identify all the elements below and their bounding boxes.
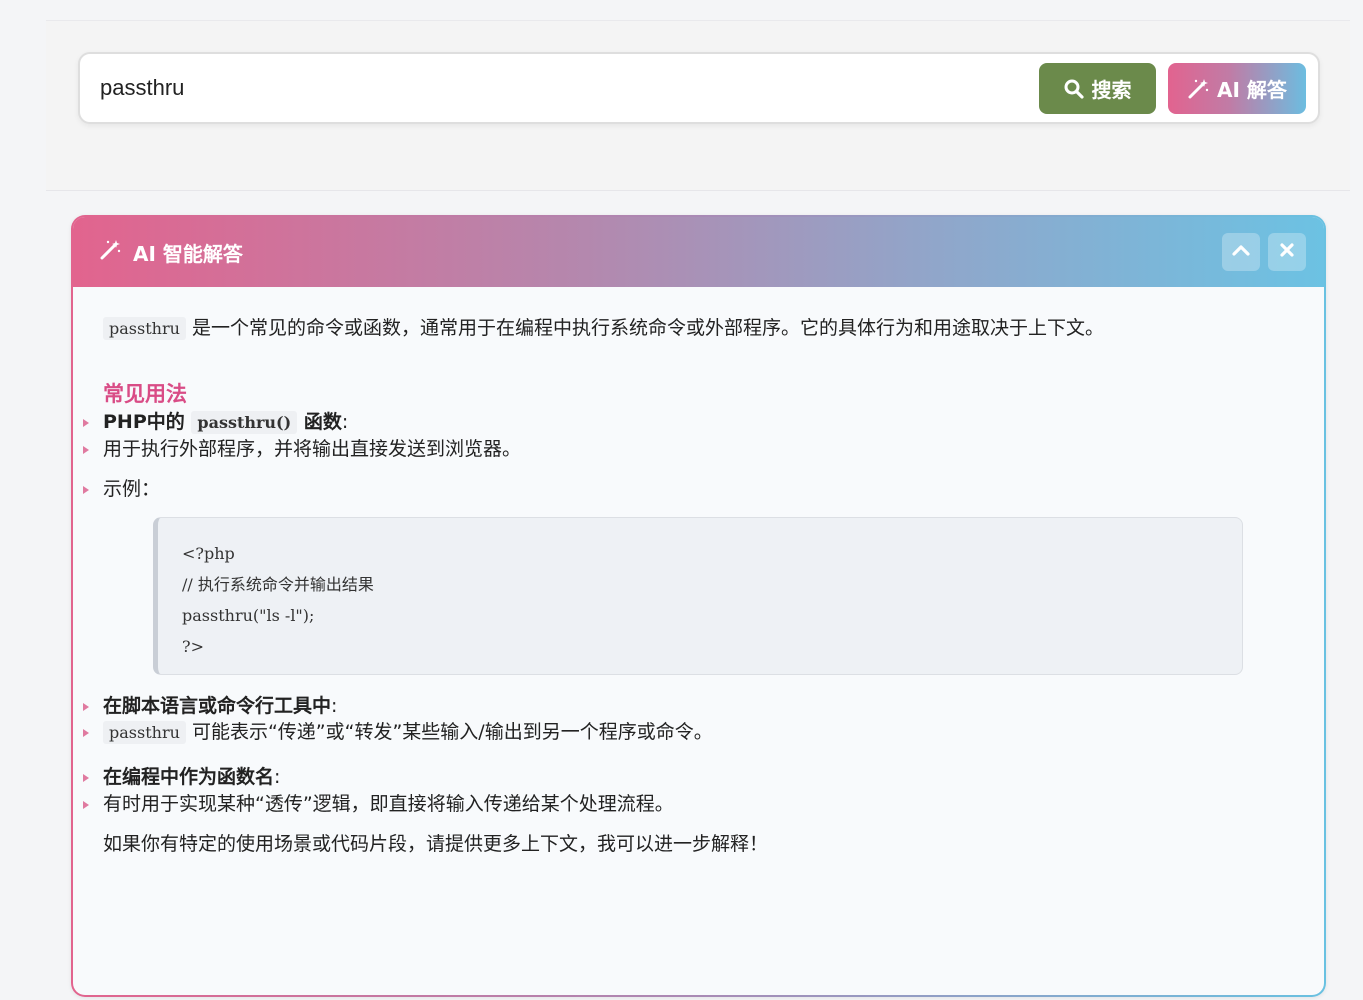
close-icon: [1279, 242, 1295, 262]
ai-answer-button-label: AI 解答: [1217, 78, 1287, 102]
magic-wand-icon: [99, 239, 121, 265]
close-button[interactable]: [1268, 233, 1306, 271]
list-item: 在脚本语言或命令行工具中: passthru 可能表示“传递”或“转发”某些输入…: [83, 693, 1294, 746]
answer-outro: 如果你有特定的使用场景或代码片段，请提供更多上下文，我可以进一步解释！: [103, 833, 769, 856]
item-label: 在编程中作为函数名: [103, 765, 275, 788]
magic-wand-icon: [1187, 78, 1209, 100]
list-item: 在编程中作为函数名: 有时用于实现某种“透传”逻辑，即直接将输入传递给某个处理流…: [83, 764, 1294, 818]
search-input[interactable]: [98, 66, 998, 110]
inline-code: passthru(): [191, 410, 298, 434]
inline-code: passthru: [103, 721, 186, 745]
list-item: PHP中的 passthru() 函数: 用于执行外部程序，并将输出直接发送到浏…: [83, 409, 1294, 675]
ai-answer-panel: AI 智能解答 passthru 是一个常见的命令或函数，通常用于在编程中执行系…: [71, 215, 1326, 997]
code-line: <?php: [182, 543, 235, 563]
list-item: passthru 可能表示“传递”或“转发”某些输入/输出到另一个程序或命令。: [83, 719, 1294, 746]
usage-list: PHP中的 passthru() 函数: 用于执行外部程序，并将输出直接发送到浏…: [83, 409, 1294, 818]
code-block: <?php // 执行系统命令并输出结果 passthru("ls -l"); …: [153, 516, 1243, 675]
item-label: PHP中的 passthru() 函数: [103, 410, 342, 434]
item-label: 在脚本语言或命令行工具中: [103, 694, 332, 717]
section-heading: 常见用法: [103, 381, 187, 406]
answer-content: passthru 是一个常见的命令或函数，通常用于在编程中执行系统命令或外部程序…: [73, 287, 1324, 858]
search-button-label: 搜索: [1091, 78, 1132, 102]
sub-list: 用于执行外部程序，并将输出直接发送到浏览器。 示例：: [83, 436, 1294, 503]
sub-list: passthru 可能表示“传递”或“转发”某些输入/输出到另一个程序或命令。: [83, 719, 1294, 746]
code-line: // 执行系统命令并输出结果: [182, 574, 374, 594]
code-line: passthru("ls -l");: [182, 605, 315, 625]
panel-header: AI 智能解答: [73, 217, 1324, 287]
inline-code: passthru: [103, 317, 186, 340]
answer-intro: passthru 是一个常见的命令或函数，通常用于在编程中执行系统命令或外部程序…: [103, 315, 1294, 342]
search-icon: [1064, 79, 1084, 99]
panel-title: AI 智能解答: [133, 241, 243, 266]
intro-text: 是一个常见的命令或函数，通常用于在编程中执行系统命令或外部程序。它的具体行为和用…: [191, 317, 1104, 339]
search-box: 搜索 AI 解答: [78, 52, 1320, 124]
list-item: 有时用于实现某种“透传”逻辑，即直接将输入传递给某个处理流程。: [83, 791, 1294, 818]
ai-answer-button[interactable]: AI 解答: [1168, 63, 1306, 114]
search-button[interactable]: 搜索: [1039, 63, 1156, 114]
code-line: ?>: [182, 636, 204, 656]
list-item: 示例：: [83, 476, 1294, 503]
sub-list: 有时用于实现某种“透传”逻辑，即直接将输入传递给某个处理流程。: [83, 791, 1294, 818]
collapse-button[interactable]: [1222, 233, 1260, 271]
search-section: 搜索 AI 解答: [46, 20, 1350, 191]
chevron-up-icon: [1231, 240, 1251, 264]
list-item: 用于执行外部程序，并将输出直接发送到浏览器。: [83, 436, 1294, 463]
